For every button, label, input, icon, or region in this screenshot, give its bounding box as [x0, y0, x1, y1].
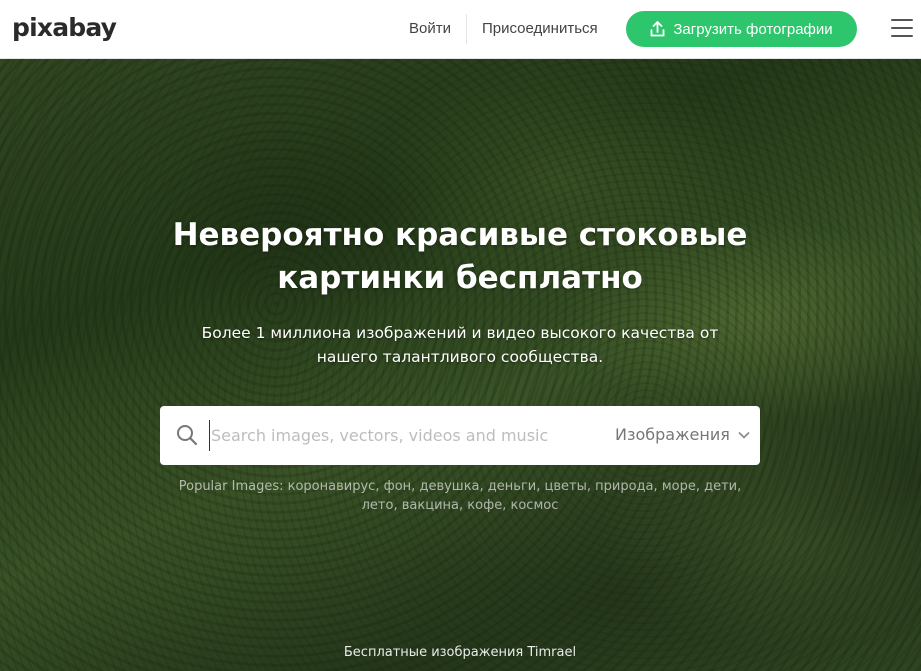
search-icon[interactable] — [176, 424, 198, 446]
popular-tag[interactable]: цветы, — [545, 479, 592, 494]
hero-title: Невероятно красивые стоковые картинки бе… — [172, 217, 748, 296]
popular-tag[interactable]: природа, — [595, 479, 658, 494]
popular-tag[interactable]: коронавирус, — [288, 479, 380, 494]
hero: Невероятно красивые стоковые картинки бе… — [0, 59, 921, 671]
upload-icon — [650, 21, 665, 37]
login-link[interactable]: Войти — [409, 19, 451, 39]
popular-tag[interactable]: деньги, — [488, 479, 541, 494]
popular-tag[interactable]: кофе, — [467, 498, 506, 513]
header: pixabay Войти Присоединиться Загрузить ф… — [0, 0, 921, 59]
search-box: Изображения — [160, 406, 760, 465]
chevron-down-icon — [738, 431, 750, 439]
menu-icon[interactable] — [891, 19, 913, 39]
popular-tag[interactable]: фон, — [384, 479, 416, 494]
logo[interactable]: pixabay — [12, 13, 117, 43]
image-credit[interactable]: Бесплатные изображения Timrael — [300, 645, 620, 660]
popular-tag[interactable]: космос — [510, 498, 558, 513]
popular-images: Popular Images: коронавирус, фон, девушк… — [175, 477, 745, 515]
search-input[interactable] — [209, 420, 579, 451]
popular-tag[interactable]: дети, — [704, 479, 741, 494]
popular-tag[interactable]: лето, — [362, 498, 398, 513]
join-link[interactable]: Присоединиться — [482, 19, 598, 39]
nav-divider — [466, 14, 467, 44]
popular-label: Popular Images: — [178, 479, 284, 494]
hero-subtitle: Более 1 миллиона изображений и видео выс… — [201, 324, 719, 366]
media-type-label: Изображения — [615, 425, 730, 444]
upload-button[interactable]: Загрузить фотографии — [626, 11, 857, 47]
media-type-select[interactable]: Изображения — [615, 425, 750, 444]
upload-button-label: Загрузить фотографии — [673, 20, 833, 38]
popular-tag[interactable]: море, — [662, 479, 700, 494]
popular-tag[interactable]: девушка, — [419, 479, 483, 494]
popular-tag[interactable]: вакцина, — [402, 498, 463, 513]
